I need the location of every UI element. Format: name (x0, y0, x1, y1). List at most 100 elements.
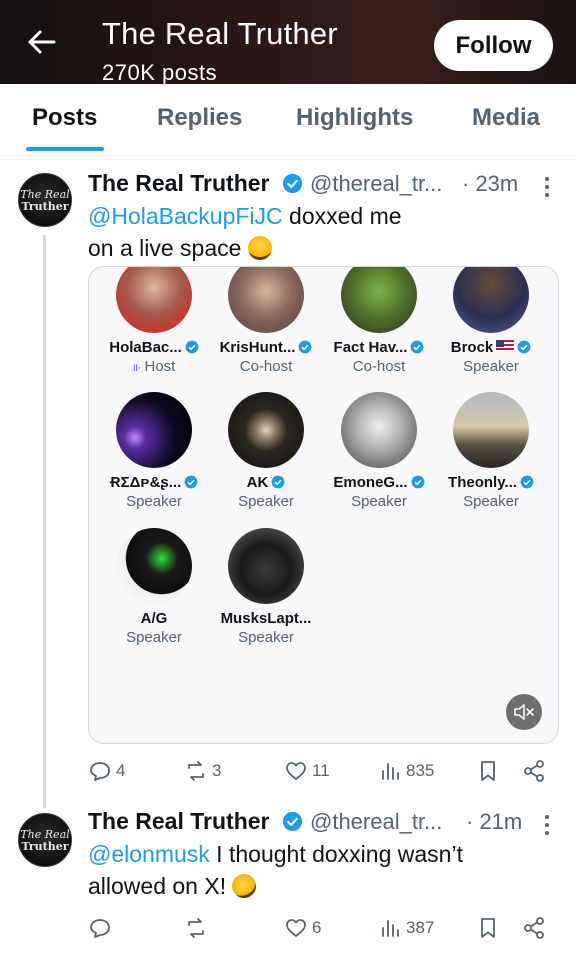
bookmark-button[interactable] (476, 758, 500, 784)
thread-connector (43, 235, 46, 808)
divider (0, 159, 576, 160)
reply-button[interactable] (88, 915, 116, 941)
verified-badge-icon (299, 340, 312, 354)
share-icon (524, 917, 544, 939)
more-options-icon[interactable] (544, 814, 550, 836)
tweet-time: · 21m (466, 809, 523, 834)
participant-name: HolaBac... (109, 339, 182, 356)
tweet-text-line2: allowed on X! (88, 873, 227, 899)
heart-icon (286, 919, 306, 937)
author-name[interactable]: The Real Truther (88, 808, 269, 835)
space-participant[interactable]: MusksLapt... Speaker (211, 528, 321, 646)
participant-avatar (453, 392, 529, 468)
verified-badge-icon (282, 811, 303, 832)
bookmark-icon (481, 918, 495, 938)
participant-avatar (116, 528, 192, 604)
avatar[interactable]: The Real Truther (18, 813, 72, 867)
views-button[interactable]: 835 (378, 758, 434, 784)
like-button[interactable]: 6 (284, 915, 321, 941)
repost-count: 3 (212, 761, 222, 780)
author-name[interactable]: The Real Truther (88, 170, 269, 197)
rolling-laughing-emoji-icon (228, 869, 261, 903)
repost-icon (188, 918, 204, 938)
space-participant[interactable]: AK Speaker (211, 392, 321, 510)
laughing-tears-emoji-icon (247, 236, 272, 260)
mention-link[interactable]: @elonmusk (88, 841, 210, 867)
participant-name: KrisHunt... (219, 339, 296, 356)
tab-replies[interactable]: Replies (157, 104, 242, 132)
space-card[interactable]: HolaBac... ıı· Host KrisHunt... Co-host … (88, 266, 559, 744)
author-handle[interactable]: @thereal_tr... (310, 809, 442, 835)
bookmark-icon (481, 761, 495, 781)
bookmark-button[interactable] (476, 915, 500, 941)
space-participant[interactable]: ɌΣΔᴘ&ʂ... Speaker (99, 392, 209, 510)
participant-name: Brock (450, 339, 494, 356)
share-button[interactable] (522, 915, 546, 941)
share-button[interactable] (522, 758, 546, 784)
views-chart-icon (382, 920, 399, 937)
avatar-text-line2: Truther (21, 840, 69, 853)
tweet-text-line2: on a live space (88, 235, 242, 261)
tab-highlights[interactable]: Highlights (296, 104, 413, 132)
participant-name: Fact Hav... (333, 339, 408, 356)
reply-count: 4 (116, 761, 126, 780)
tweet-time: · 23m (462, 171, 519, 196)
participant-avatar (116, 392, 192, 468)
verified-badge-icon (517, 340, 531, 354)
space-participant[interactable]: Brock Speaker (436, 267, 546, 375)
profile-header: The Real Truther 270K posts Follow (0, 0, 576, 84)
views-count: 387 (406, 918, 435, 937)
author-handle[interactable]: @thereal_tr... (310, 171, 442, 197)
participant-role: Co-host (239, 358, 293, 375)
views-button[interactable]: 387 (378, 915, 434, 941)
participant-name: MusksLapt... (220, 610, 312, 627)
participant-avatar (228, 267, 304, 333)
tweet-text: @HolaBackupFiJC doxxed me on a live spac… (88, 200, 402, 264)
avatar[interactable]: The Real Truther (18, 173, 72, 227)
tab-media[interactable]: Media (472, 104, 540, 132)
tweet-text-line1: doxxed me (282, 203, 402, 229)
participant-role: Speaker (351, 493, 407, 510)
reply-icon (90, 762, 110, 781)
verified-badge-icon (411, 340, 424, 354)
participant-avatar (228, 528, 304, 604)
active-tab-indicator (26, 147, 104, 151)
space-participant[interactable]: A/G Speaker (99, 528, 209, 646)
reply-icon (90, 919, 110, 938)
tweet-text: @elonmusk I thought doxxing wasn’t allow… (88, 838, 463, 903)
participant-name: Theonly... (448, 474, 517, 491)
more-options-icon[interactable] (544, 176, 550, 198)
like-button[interactable]: 11 (284, 758, 330, 784)
participant-role: Speaker (238, 493, 294, 510)
reply-button[interactable]: 4 (88, 758, 125, 784)
tab-posts[interactable]: Posts (32, 104, 97, 132)
participant-name: ɌΣΔᴘ&ʂ... (109, 474, 182, 491)
participant-avatar (453, 267, 529, 333)
follow-button[interactable]: Follow (434, 20, 553, 71)
share-icon (524, 760, 544, 782)
avatar-text-line2: Truther (21, 200, 69, 213)
back-arrow-icon[interactable] (22, 22, 62, 62)
participant-role: Speaker (126, 629, 182, 646)
space-participant[interactable]: Fact Hav... Co-host (324, 267, 434, 375)
space-participant[interactable]: KrisHunt... Co-host (211, 267, 321, 375)
like-count: 11 (312, 761, 330, 780)
space-participant[interactable]: HolaBac... ıı· Host (99, 267, 209, 375)
verified-badge-icon (184, 475, 198, 489)
participant-name: AK (246, 474, 269, 491)
views-chart-icon (382, 763, 399, 780)
tweet-text-line1: I thought doxxing wasn’t (209, 841, 463, 867)
participant-avatar (341, 392, 417, 468)
verified-badge-icon (411, 475, 425, 489)
participant-role: Speaker (463, 358, 519, 375)
speaker-muted-icon[interactable] (506, 694, 542, 730)
repost-button[interactable]: 3 (184, 758, 221, 784)
audio-bars-icon: ıı· (132, 360, 142, 374)
profile-tabs: Posts Replies Highlights Media (0, 84, 576, 156)
space-participant[interactable]: EmoneG... Speaker (324, 392, 434, 510)
like-count: 6 (312, 918, 322, 937)
repost-button[interactable] (184, 915, 212, 941)
us-flag-icon (496, 340, 515, 352)
mention-link[interactable]: @HolaBackupFiJC (88, 203, 283, 229)
space-participant[interactable]: Theonly... Speaker (436, 392, 546, 510)
